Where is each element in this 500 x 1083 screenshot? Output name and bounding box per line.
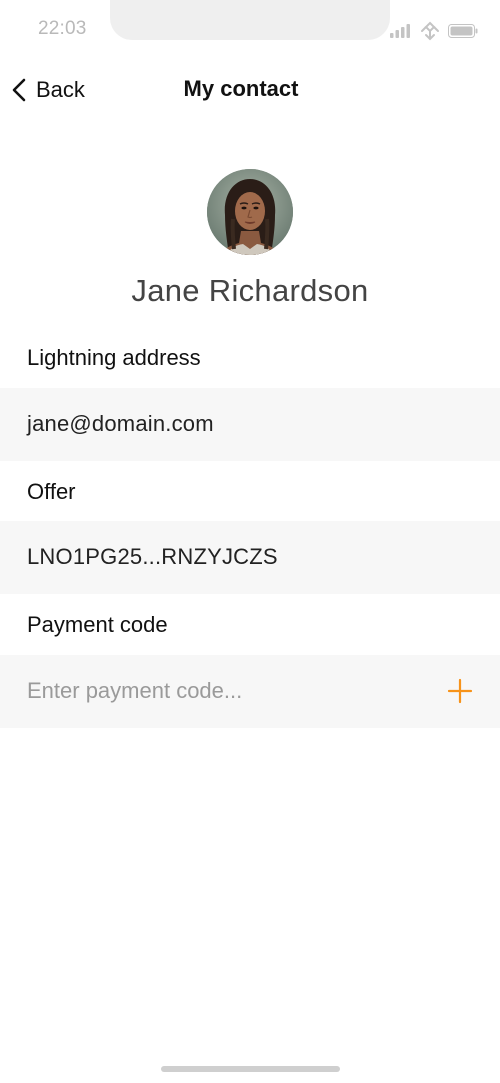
- lightning-address-label: Lightning address: [27, 345, 201, 370]
- payment-code-label: Payment code: [27, 612, 168, 637]
- offer-label: Offer: [27, 479, 76, 504]
- status-bar: 22:03: [0, 0, 500, 56]
- contact-name: Jane Richardson: [131, 273, 369, 308]
- battery-icon: [448, 24, 478, 38]
- page-title: My contact: [183, 76, 299, 101]
- payment-code-input[interactable]: [27, 671, 427, 711]
- payment-code-row: [0, 655, 500, 728]
- home-indicator: [161, 1066, 340, 1072]
- add-payment-code-button[interactable]: [446, 677, 474, 705]
- signal-icon: [390, 24, 410, 38]
- avatar-photo: [207, 169, 293, 255]
- device-notch: [110, 0, 390, 40]
- avatar: [207, 169, 293, 255]
- plus-icon: [447, 678, 473, 704]
- wifi-icon: [421, 21, 439, 41]
- lightning-address-value: jane@domain.com: [27, 411, 214, 436]
- status-icons: [390, 20, 478, 42]
- status-time: 22:03: [38, 18, 87, 39]
- offer-value: LNO1PG25...RNZYJCZS: [27, 544, 278, 569]
- lightning-address-row[interactable]: jane@domain.com: [0, 388, 500, 461]
- nav-bar: Back My contact: [0, 60, 500, 120]
- offer-row[interactable]: LNO1PG25...RNZYJCZS: [0, 521, 500, 594]
